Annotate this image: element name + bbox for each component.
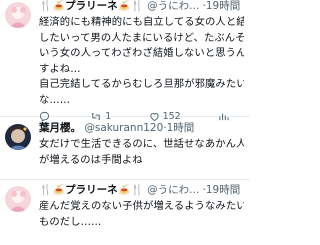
tweet-line: な…… xyxy=(39,93,71,106)
timestamp[interactable]: ·19時間 xyxy=(203,184,241,196)
avatar-image xyxy=(5,186,31,212)
tweet-line: が増えるのは手間よね xyxy=(39,153,143,166)
tweet-line: ものだし…… xyxy=(39,215,102,228)
tweet-line: 産んだ覚えのない子供が増えるようなみたいな xyxy=(39,200,244,212)
tweet-1[interactable]: 🍴🍝プラリーネ🍝🍴 @うにわ... ·19時間 経済的にも精神的にも自立してる女… xyxy=(0,0,250,122)
tweet-header: 🍴🍝プラリーネ🍝🍴 @うにわ... ·19時間 xyxy=(39,0,244,13)
tweet-line: 自己完結してるからむしろ旦那が邪魔みたい xyxy=(39,78,244,90)
tweet-line: すよね… xyxy=(39,62,81,75)
tweet-header: 🍴🍝プラリーネ🍝🍴 @うにわ... ·19時間 xyxy=(39,184,244,197)
tweet-line: 女だけで生活できるのに、世話せなあかん人 xyxy=(39,138,244,150)
display-name[interactable]: 🍴🍝プラリーネ🍝🍴 xyxy=(39,0,144,12)
timestamp[interactable]: ·19時間 xyxy=(203,0,241,12)
tweet-3[interactable]: 🍴🍝プラリーネ🍝🍴 @うにわ... ·19時間 産んだ覚えのない子供が増えるよう… xyxy=(0,180,250,245)
display-name[interactable]: 葉月櫻。 xyxy=(39,122,81,134)
tweet-line: したいって男の人たまにいるけど、たぶんそう xyxy=(39,31,244,44)
avatar-hazuki[interactable] xyxy=(5,124,31,150)
handle-ellipsis: ... xyxy=(189,0,200,12)
user-handle[interactable]: @うにわ xyxy=(147,0,189,12)
tweet-text: 経済的にも精神的にも自立してる女の人と結婚 したいって男の人たまにいるけど、たぶ… xyxy=(39,15,244,108)
tweet-text: 産んだ覚えのない子供が増えるようなみたいな ものだし…… xyxy=(39,199,244,230)
tweet-text: 女だけで生活できるのに、世話せなあかん人 が増えるのは手間よね xyxy=(39,137,244,168)
avatar-pralinee[interactable] xyxy=(5,2,31,28)
user-handle[interactable]: @うにわ... xyxy=(147,184,199,196)
avatar-pralinee[interactable] xyxy=(5,186,31,212)
user-handle[interactable]: @sakurann120 xyxy=(84,122,163,134)
display-name[interactable]: 🍴🍝プラリーネ🍝🍴 xyxy=(39,184,144,196)
avatar-image xyxy=(5,2,31,28)
tweet-2[interactable]: 葉月櫻。 @sakurann120·1時間 女だけで生活できるのに、世話せなあか… xyxy=(0,117,250,180)
tweet-header: 葉月櫻。 @sakurann120·1時間 xyxy=(39,122,244,135)
tweet-line: いう女の人ってわざわざ結婚しないと思うんで xyxy=(39,47,244,59)
tweet-line: 経済的にも精神的にも自立してる女の人と結婚 xyxy=(39,16,244,28)
avatar-image xyxy=(5,124,31,150)
timestamp[interactable]: 1時間 xyxy=(167,122,195,134)
